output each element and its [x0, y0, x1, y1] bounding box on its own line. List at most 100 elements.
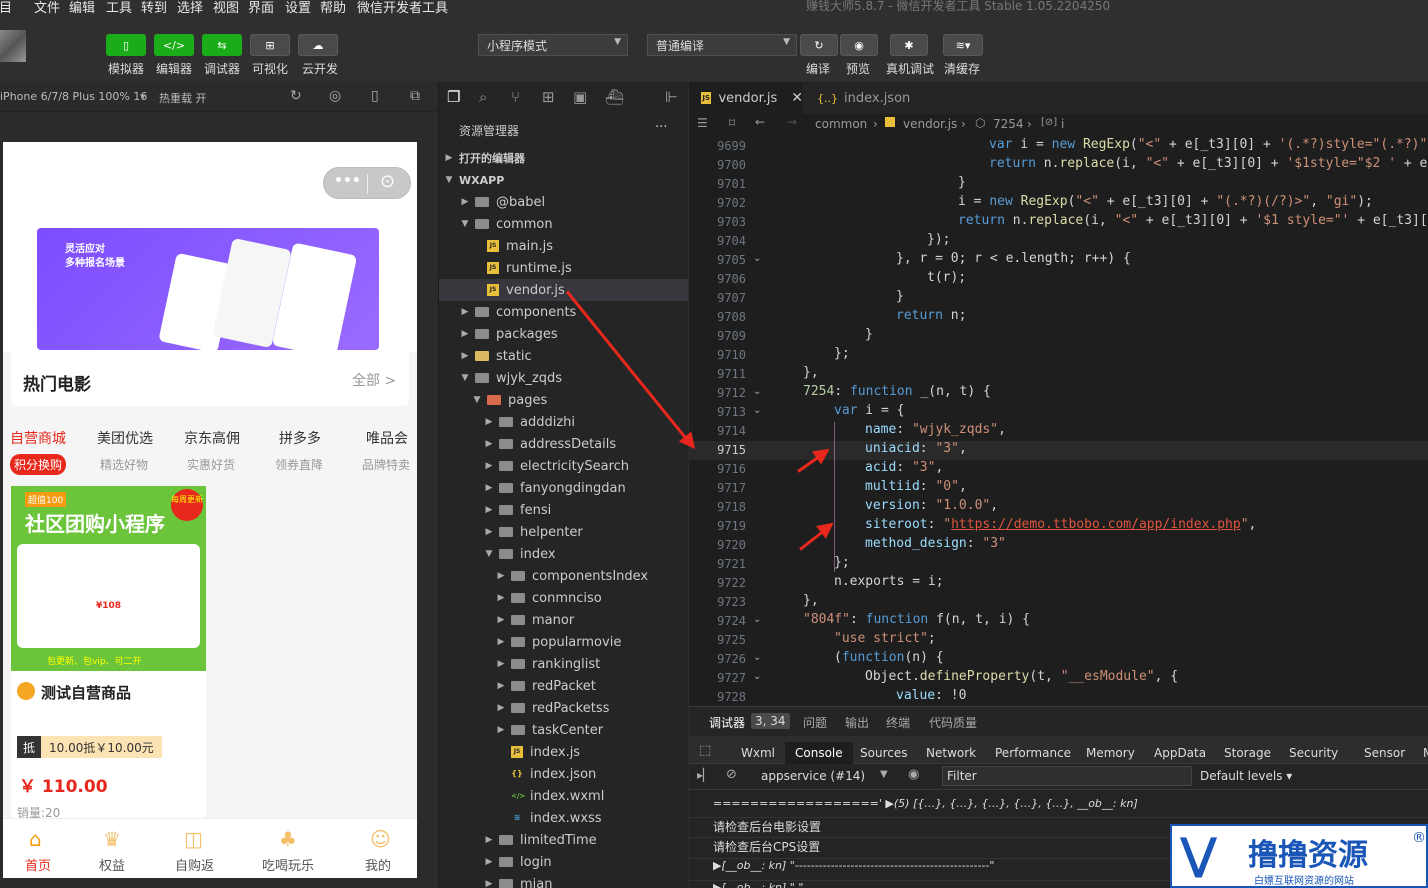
tree-item[interactable]: JS runtime.js: [439, 257, 688, 279]
wxapp-root[interactable]: ▼ WXAPP: [439, 169, 688, 191]
code-line[interactable]: 7254: function _(n, t) {: [772, 384, 991, 399]
code-line[interactable]: value: !0: [772, 688, 966, 703]
tree-item[interactable]: ▶ @babel: [439, 191, 688, 213]
tab-vip[interactable]: 唯品会: [366, 428, 408, 448]
subtab-brand[interactable]: 品牌特卖: [362, 456, 410, 473]
tree-item[interactable]: JS main.js: [439, 235, 688, 257]
code-line[interactable]: return n;: [772, 308, 966, 323]
phone-icon[interactable]: ▯: [371, 88, 379, 104]
tree-item[interactable]: ▶ login: [439, 851, 688, 873]
debugger-button[interactable]: ⇆: [202, 34, 242, 56]
menu-tools[interactable]: 工具: [106, 0, 132, 14]
hot-reload-select[interactable]: 热重载 开: [159, 90, 207, 106]
capsule-menu[interactable]: ••• ⊙: [323, 167, 411, 199]
bag-icon[interactable]: ◫: [184, 827, 203, 851]
devtab-sources[interactable]: Sources: [860, 742, 907, 766]
code-line[interactable]: Object.defineProperty(t, "__esModule", {: [772, 669, 1178, 684]
code-line[interactable]: };: [772, 555, 850, 570]
tree-item[interactable]: ▶ electricitySearch: [439, 455, 688, 477]
menu-view[interactable]: 视图: [213, 0, 239, 14]
tree-item[interactable]: ▶ helpenter: [439, 521, 688, 543]
real-debug-button[interactable]: ✱: [890, 34, 928, 56]
collapse-icon[interactable]: ⊩: [665, 88, 678, 106]
home-icon[interactable]: ⌂: [29, 827, 42, 851]
devtab-memory[interactable]: Memory: [1086, 742, 1135, 766]
code-line[interactable]: return n.replace(i, "<" + e[_t3][0] + '$…: [772, 156, 1428, 171]
tree-item[interactable]: ▶ conmnciso: [439, 587, 688, 609]
tree-item[interactable]: ▼ wjyk_zqds: [439, 367, 688, 389]
code-line[interactable]: siteroot: "https://demo.ttbobo.com/app/i…: [772, 517, 1256, 532]
devtab-performance[interactable]: Performance: [995, 742, 1071, 766]
tree-item[interactable]: ▶ componentsIndex: [439, 565, 688, 587]
fold-chevron-icon[interactable]: ⌄: [753, 253, 761, 264]
tab-meituan[interactable]: 美团优选: [97, 428, 153, 448]
subtab-points[interactable]: 积分换购: [10, 454, 67, 475]
tree-item[interactable]: ▶ rankinglist: [439, 653, 688, 675]
banner[interactable]: 灵活应对 多种报名场景: [37, 228, 379, 350]
code-line[interactable]: return n.replace(i, "<" + e[_t3][0] + '$…: [772, 213, 1428, 228]
fold-chevron-icon[interactable]: ⌄: [753, 652, 761, 663]
menu-wechat-devtools[interactable]: 微信开发者工具: [357, 0, 448, 14]
context-select[interactable]: appservice (#14): [761, 769, 865, 783]
subtab-featured[interactable]: 精选好物: [100, 456, 148, 473]
code-line[interactable]: var i = {: [772, 403, 904, 418]
menu-goto[interactable]: 转到: [141, 0, 167, 14]
avatar[interactable]: [0, 30, 26, 62]
tree-item[interactable]: ▶ packages: [439, 323, 688, 345]
extensions-icon[interactable]: ⊞: [542, 88, 555, 106]
user-icon[interactable]: ☺: [370, 827, 391, 851]
git-icon[interactable]: ⑂: [511, 88, 520, 106]
default-levels-select[interactable]: Default levels ▾: [1200, 769, 1292, 783]
close-icon[interactable]: ✕: [791, 90, 803, 106]
menu-file[interactable]: 文件: [34, 0, 60, 14]
code-line[interactable]: uniacid: "3",: [772, 441, 967, 456]
breadcrumb-7254[interactable]: 7254: [993, 117, 1024, 131]
code-line[interactable]: }: [772, 327, 873, 342]
tree-item[interactable]: ▶ redPacketss: [439, 697, 688, 719]
tree-item[interactable]: ▶ fensi: [439, 499, 688, 521]
search-icon[interactable]: ⌕: [479, 88, 487, 106]
crown-icon[interactable]: ♛: [103, 827, 121, 851]
code-line[interactable]: }, r = 0; r < e.length; r++) {: [772, 251, 1131, 266]
tree-item[interactable]: ▶ mian: [439, 873, 688, 888]
menu-project[interactable]: 项目: [0, 0, 12, 14]
tab-terminal[interactable]: 终端: [886, 714, 910, 731]
tab-output[interactable]: 输出: [845, 714, 869, 731]
list-icon[interactable]: ☰: [697, 116, 708, 130]
devtab-network[interactable]: Network: [926, 742, 976, 766]
back-icon[interactable]: ←: [755, 115, 765, 129]
code-line[interactable]: name: "wjyk_zqds",: [772, 422, 1006, 437]
preview-button[interactable]: ◉: [840, 34, 878, 56]
tree-item[interactable]: ▶ manor: [439, 609, 688, 631]
subtab-value[interactable]: 实惠好货: [187, 456, 235, 473]
tab-problems[interactable]: 问题: [803, 714, 827, 731]
code-line[interactable]: i = new RegExp("<" + e[_t3][0] + "(.*?)(…: [772, 194, 1373, 209]
mode-select[interactable]: 小程序模式 ▼: [478, 34, 628, 56]
tree-item[interactable]: ▶ static: [439, 345, 688, 367]
palm-icon[interactable]: ♣: [279, 827, 297, 851]
code-line[interactable]: acid: "3",: [772, 460, 943, 475]
menu-select[interactable]: 选择: [177, 0, 203, 14]
code-line[interactable]: version: "1.0.0",: [772, 498, 998, 513]
devtab-appdata[interactable]: AppData: [1154, 742, 1206, 766]
tree-item[interactable]: ▶ addressDetails: [439, 433, 688, 455]
fold-chevron-icon[interactable]: ⌄: [753, 405, 761, 416]
code-line[interactable]: multiid: "0",: [772, 479, 967, 494]
compile-select[interactable]: 普通编译 ▼: [647, 34, 797, 56]
code-line[interactable]: "use strict";: [772, 631, 936, 646]
inspect-icon[interactable]: ⬚: [699, 743, 711, 758]
tree-item[interactable]: ▶ redPacket: [439, 675, 688, 697]
fold-chevron-icon[interactable]: ⌄: [753, 386, 761, 397]
clear-cache-button[interactable]: ≋▾: [943, 34, 983, 56]
code-line[interactable]: var i = new RegExp("<" + e[_t3][0] + '(.…: [772, 137, 1428, 152]
fold-chevron-icon[interactable]: ⌄: [753, 614, 761, 625]
tab-vendor-js[interactable]: JS vendor.js ✕: [689, 82, 803, 114]
tree-item[interactable]: {} index.json: [439, 763, 688, 785]
clear-console-icon[interactable]: ⊘: [726, 767, 737, 782]
breadcrumb-vendor[interactable]: vendor.js: [903, 117, 957, 131]
eye-icon[interactable]: ◉: [908, 767, 919, 782]
nav-cashback[interactable]: 自购返: [175, 855, 214, 874]
devtab-more[interactable]: M: [1423, 742, 1428, 766]
breadcrumb-common[interactable]: common: [815, 117, 867, 131]
code-line[interactable]: t(r);: [772, 270, 966, 285]
